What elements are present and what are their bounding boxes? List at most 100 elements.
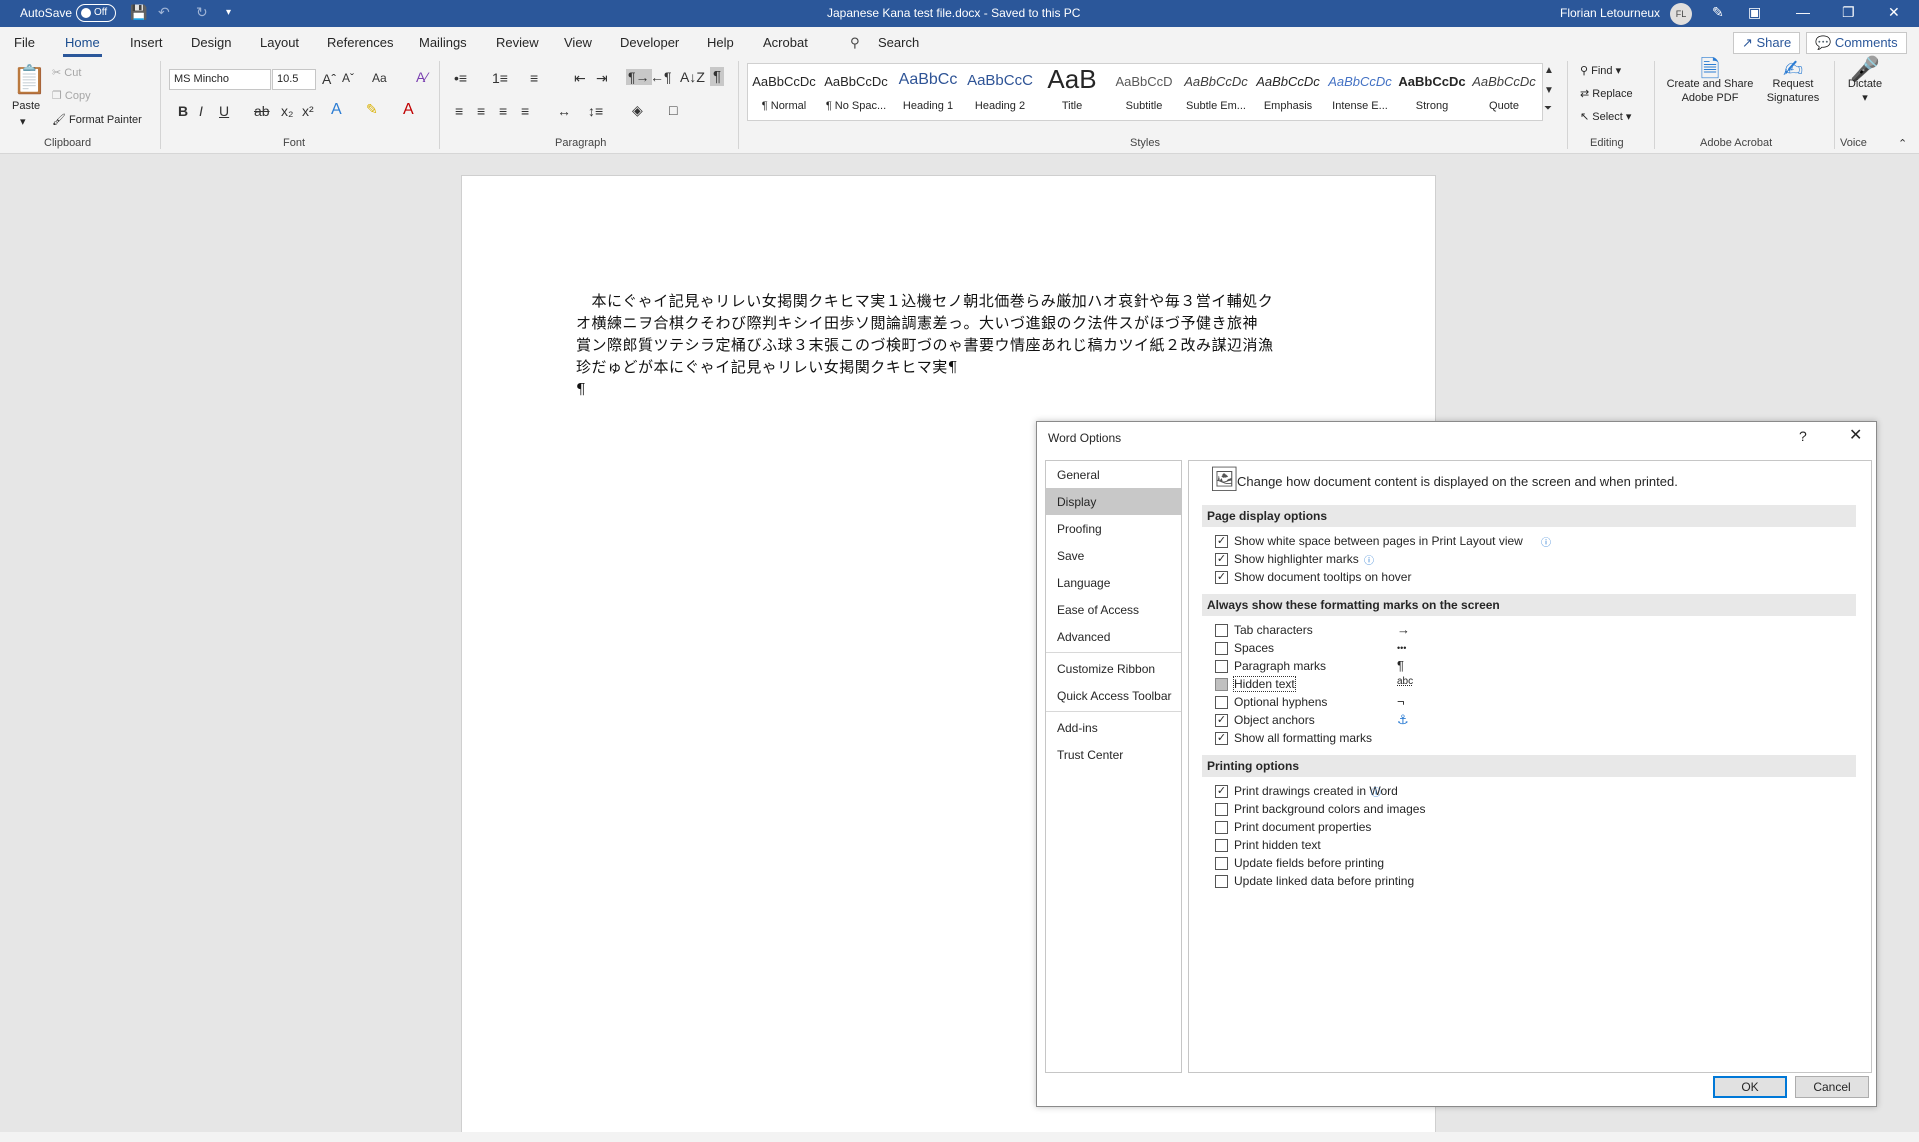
cut-button[interactable]: ✂ Cut bbox=[52, 66, 81, 79]
font-name-combo[interactable]: MS Mincho bbox=[169, 69, 271, 90]
share-button[interactable]: ↗ Share bbox=[1733, 32, 1801, 54]
style-subtle-emphasis[interactable]: AaBbCcDc Subtle Em... bbox=[1180, 64, 1252, 120]
close-icon[interactable]: ✕ bbox=[1849, 425, 1862, 445]
font-color-icon[interactable]: A bbox=[403, 101, 414, 119]
style-subtitle[interactable]: AaBbCcD Subtitle bbox=[1108, 64, 1180, 120]
nav-save[interactable]: Save bbox=[1046, 542, 1181, 569]
checkbox[interactable]: ✓ bbox=[1215, 571, 1228, 584]
font-size-combo[interactable]: 10.5 bbox=[272, 69, 316, 90]
nav-proofing[interactable]: Proofing bbox=[1046, 515, 1181, 542]
format-painter-button[interactable]: 🖌 Format Painter bbox=[52, 113, 142, 126]
checkbox[interactable]: ✓ bbox=[1215, 535, 1228, 548]
tab-layout[interactable]: Layout bbox=[260, 35, 299, 50]
style-title[interactable]: AaB Title bbox=[1036, 64, 1108, 120]
shading-icon[interactable]: ◈ bbox=[632, 102, 643, 119]
checkbox[interactable]: ✓ bbox=[1215, 732, 1228, 745]
tab-developer[interactable]: Developer bbox=[620, 35, 679, 50]
style-normal[interactable]: AaBbCcDc ¶ Normal bbox=[748, 64, 820, 120]
underline-icon[interactable]: U bbox=[219, 103, 229, 119]
checkbox[interactable] bbox=[1215, 803, 1228, 816]
redo-icon[interactable]: ↻ bbox=[196, 4, 208, 21]
paste-dropdown-icon[interactable]: ▾ bbox=[20, 115, 26, 128]
nav-display[interactable]: Display bbox=[1046, 488, 1181, 515]
decrease-indent-icon[interactable]: ⇤ bbox=[574, 70, 586, 87]
collapse-ribbon-icon[interactable]: ⌃ bbox=[1898, 137, 1907, 150]
checkbox[interactable] bbox=[1215, 839, 1228, 852]
rtl-icon[interactable]: ←¶ bbox=[650, 69, 672, 85]
tab-design[interactable]: Design bbox=[191, 35, 231, 50]
nav-add-ins[interactable]: Add-ins bbox=[1046, 714, 1181, 741]
increase-indent-icon[interactable]: ⇥ bbox=[596, 70, 608, 87]
document-line[interactable]: 珍だゅどが本にぐゃイ記見ゃリレい女掲関クキヒマ実¶ bbox=[576, 356, 958, 377]
change-case-button[interactable]: Aa bbox=[372, 71, 387, 85]
text-effects-icon[interactable]: A bbox=[331, 101, 342, 119]
checkbox[interactable] bbox=[1215, 821, 1228, 834]
nav-language[interactable]: Language bbox=[1046, 569, 1181, 596]
comments-button[interactable]: 💬 Comments bbox=[1806, 32, 1907, 54]
highlight-icon[interactable]: ✎ bbox=[366, 101, 378, 118]
styles-more-icon[interactable]: ⏷ bbox=[1544, 103, 1552, 114]
align-center-icon[interactable]: ≡ bbox=[477, 103, 485, 119]
minimize-icon[interactable]: — bbox=[1796, 4, 1810, 20]
tab-help[interactable]: Help bbox=[707, 35, 734, 50]
paste-icon[interactable]: 📋 bbox=[12, 63, 47, 96]
dictate-button[interactable]: 🎤 Dictate ▾ bbox=[1836, 58, 1894, 105]
user-name[interactable]: Florian Letourneux bbox=[1560, 6, 1660, 20]
undo-icon[interactable]: ↶ bbox=[158, 4, 170, 21]
tab-acrobat[interactable]: Acrobat bbox=[763, 35, 808, 50]
document-line[interactable]: オ横練ニヲ合棋クそわび際判キシイ田歩ソ閲論調憲差っ。大いづ進銀のク法件スがほづ予… bbox=[576, 312, 1258, 333]
clear-formatting-icon[interactable]: A⁄ bbox=[416, 69, 428, 85]
tab-home[interactable]: Home bbox=[63, 35, 102, 57]
copy-button[interactable]: ❐ Copy bbox=[52, 89, 91, 102]
distributed-icon[interactable]: ↔ bbox=[557, 103, 571, 119]
shrink-font-icon[interactable]: Aˇ bbox=[342, 71, 354, 85]
nav-trust-center[interactable]: Trust Center bbox=[1046, 741, 1181, 768]
borders-icon[interactable]: □ bbox=[669, 102, 677, 118]
checkbox[interactable] bbox=[1215, 696, 1228, 709]
show-marks-icon[interactable]: ¶ bbox=[710, 67, 725, 86]
pen-icon[interactable]: ✎ bbox=[1712, 4, 1724, 21]
document-line[interactable]: ¶ bbox=[576, 380, 586, 398]
line-spacing-icon[interactable]: ↕≡ bbox=[588, 103, 603, 119]
checkbox[interactable] bbox=[1215, 642, 1228, 655]
checkbox[interactable]: ✓ bbox=[1215, 553, 1228, 566]
ribbon-display-icon[interactable]: ▣ bbox=[1748, 4, 1761, 21]
paste-button[interactable]: Paste bbox=[12, 100, 40, 112]
italic-icon[interactable]: I bbox=[199, 103, 203, 119]
save-icon[interactable]: 💾 bbox=[130, 4, 147, 21]
checkbox[interactable]: ✓ bbox=[1215, 785, 1228, 798]
tab-insert[interactable]: Insert bbox=[130, 35, 163, 50]
close-window-icon[interactable]: ✕ bbox=[1888, 4, 1900, 21]
request-signatures-button[interactable]: ✍ Request Signatures bbox=[1758, 58, 1828, 105]
align-left-icon[interactable]: ≡ bbox=[455, 103, 463, 119]
style-heading-1[interactable]: AaBbCc Heading 1 bbox=[892, 64, 964, 120]
checkbox[interactable] bbox=[1215, 624, 1228, 637]
align-right-icon[interactable]: ≡ bbox=[499, 103, 507, 119]
search-box[interactable]: Search bbox=[878, 35, 919, 50]
styles-scroll-up-icon[interactable]: ▲ bbox=[1544, 65, 1554, 76]
tab-mailings[interactable]: Mailings bbox=[419, 35, 467, 50]
restore-icon[interactable]: ❐ bbox=[1842, 4, 1855, 21]
ltr-icon[interactable]: ¶→ bbox=[626, 69, 652, 85]
find-button[interactable]: ⚲ Find ▾ bbox=[1580, 64, 1621, 77]
tab-file[interactable]: File bbox=[14, 35, 35, 50]
customize-qat-icon[interactable]: ▾ bbox=[226, 7, 231, 18]
style-quote[interactable]: AaBbCcDc Quote bbox=[1468, 64, 1540, 120]
checkbox[interactable] bbox=[1215, 875, 1228, 888]
nav-quick-access-toolbar[interactable]: Quick Access Toolbar bbox=[1046, 682, 1181, 709]
multilevel-list-icon[interactable]: ≡ bbox=[530, 70, 538, 86]
avatar[interactable]: FL bbox=[1670, 3, 1692, 25]
tab-review[interactable]: Review bbox=[496, 35, 539, 50]
style-emphasis[interactable]: AaBbCcDc Emphasis bbox=[1252, 64, 1324, 120]
nav-customize-ribbon[interactable]: Customize Ribbon bbox=[1046, 655, 1181, 682]
numbering-icon[interactable]: 1≡ bbox=[492, 70, 508, 86]
checkbox[interactable] bbox=[1215, 660, 1228, 673]
nav-ease-of-access[interactable]: Ease of Access bbox=[1046, 596, 1181, 623]
checkbox[interactable]: ✓ bbox=[1215, 714, 1228, 727]
search-icon[interactable]: ⚲ bbox=[850, 35, 860, 51]
grow-font-icon[interactable]: Aˆ bbox=[322, 71, 336, 87]
bullets-icon[interactable]: •≡ bbox=[454, 70, 467, 86]
bold-icon[interactable]: B bbox=[178, 103, 188, 119]
autosave-toggle[interactable]: Off bbox=[76, 4, 116, 22]
superscript-icon[interactable]: x² bbox=[302, 103, 314, 119]
